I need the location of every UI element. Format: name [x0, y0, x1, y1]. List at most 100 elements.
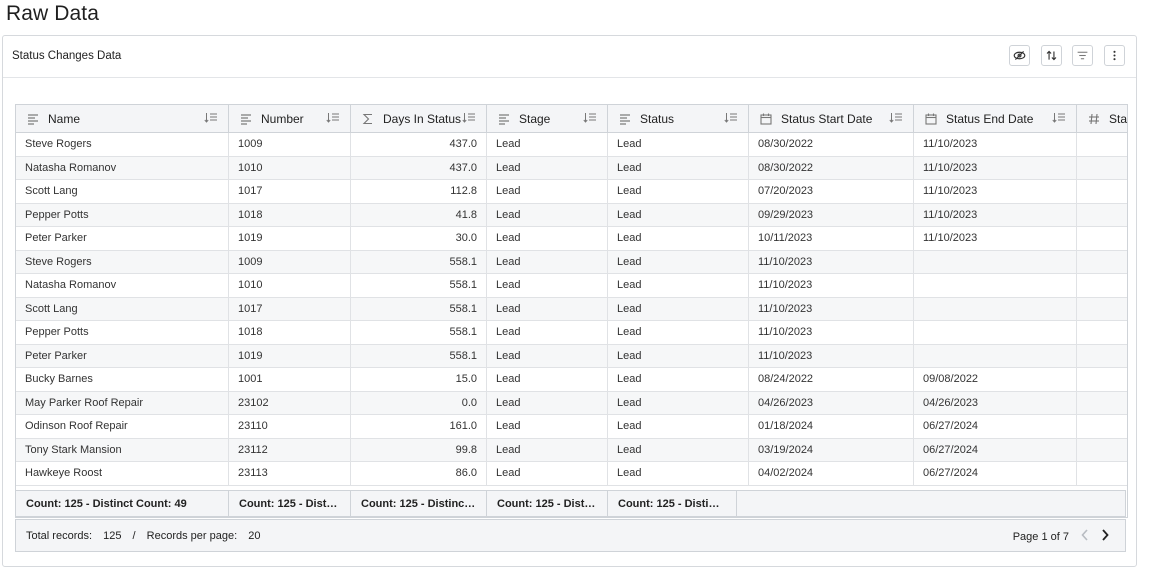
column-header-name[interactable]: Name: [16, 105, 229, 132]
sort-icon[interactable]: [724, 112, 738, 126]
cell-status-end-date: 11/10/2023: [914, 156, 1077, 179]
cell-stage: Lead: [487, 391, 608, 414]
cell-days-in-status: 41.8: [351, 203, 487, 226]
chevron-right-icon: [1102, 529, 1109, 541]
sort-button[interactable]: [1041, 45, 1062, 66]
table-row[interactable]: Bucky Barnes 1001 15.0 Lead Lead 08/24/2022 09…: [16, 368, 1127, 392]
cell-name: Bucky Barnes: [16, 368, 229, 391]
sort-icon[interactable]: [1052, 112, 1066, 126]
summary-text: Count: 125 - Distinct Count: 49: [239, 497, 340, 510]
summary-row: Count: 125 - Distinct Count: 49 Count: 12…: [15, 490, 1126, 517]
cell-sta: [1077, 462, 1127, 485]
table-row[interactable]: Scott Lang 1017 112.8 Lead Lead 07/20/2023 11/…: [16, 180, 1127, 204]
filter-button[interactable]: [1072, 45, 1093, 66]
cell-status-end-date: [914, 344, 1077, 367]
cell-status-start-date: 10/11/2023: [749, 227, 914, 250]
sort-icon[interactable]: [326, 112, 340, 126]
cell-name: Pepper Potts: [16, 203, 229, 226]
table-row[interactable]: Tony Stark Mansion 23112 99.8 Lead Lead 03/19…: [16, 438, 1127, 462]
cell-days-in-status: 437.0: [351, 133, 487, 156]
cell-stage: Lead: [487, 438, 608, 461]
cell-stage: Lead: [487, 133, 608, 156]
cell-name: Hawkeye Roost: [16, 462, 229, 485]
cell-days-in-status: 558.1: [351, 321, 487, 344]
cell-number: 1018: [229, 203, 351, 226]
column-header-label: Days In Status: [383, 111, 462, 126]
cell-status: Lead: [608, 203, 749, 226]
column-header-label: Number: [261, 111, 304, 126]
column-header-label: Status: [640, 111, 675, 126]
panel-header: Status Changes Data: [3, 36, 1136, 78]
cell-status-start-date: 08/30/2022: [749, 156, 914, 179]
cell-stage: Lead: [487, 203, 608, 226]
cell-name: Pepper Potts: [16, 321, 229, 344]
cell-sta: [1077, 204, 1127, 227]
cell-name: Scott Lang: [16, 297, 229, 320]
column-header-sta[interactable]: Sta: [1077, 105, 1128, 132]
cell-sta: [1077, 157, 1127, 180]
cell-name: Peter Parker: [16, 344, 229, 367]
cell-status-end-date: 06/27/2024: [914, 415, 1077, 438]
column-header-number[interactable]: Number: [229, 105, 351, 132]
records-separator: /: [132, 530, 136, 542]
column-header-status-end-date[interactable]: Status End Date: [914, 105, 1077, 132]
cell-status: Lead: [608, 250, 749, 273]
cell-status-end-date: 09/08/2022: [914, 368, 1077, 391]
column-header-days-in-status[interactable]: Days In Status: [351, 105, 487, 132]
table-row[interactable]: Steve Rogers 1009 437.0 Lead Lead 08/30/2022 1…: [16, 133, 1127, 157]
table-row[interactable]: May Parker Roof Repair 23102 0.0 Lead Lead 04…: [16, 391, 1127, 415]
table-row[interactable]: Steve Rogers 1009 558.1 Lead Lead 11/10/2023: [16, 250, 1127, 274]
sort-icon[interactable]: [583, 112, 597, 126]
summary-text: Count: 125 - Distinct Count: 49: [497, 497, 597, 510]
table-row[interactable]: Scott Lang 1017 558.1 Lead Lead 11/10/2023: [16, 297, 1127, 321]
cell-stage: Lead: [487, 274, 608, 297]
table-row[interactable]: Odinson Roof Repair 23110 161.0 Lead Lead 01/…: [16, 415, 1127, 439]
column-header-stage[interactable]: Stage: [487, 105, 608, 132]
cell-name: Odinson Roof Repair: [16, 415, 229, 438]
cell-number: 1017: [229, 180, 351, 203]
cell-stage: Lead: [487, 462, 608, 485]
grid-header-row: Name Number Days In Status Stage Status Statu…: [16, 105, 1128, 133]
cell-number: 23102: [229, 391, 351, 414]
total-records-value: 125: [103, 530, 122, 542]
sort-icon[interactable]: [204, 112, 218, 126]
cell-sta: [1077, 274, 1127, 297]
cell-status: Lead: [608, 227, 749, 250]
column-header-label: Sta: [1109, 111, 1128, 126]
cell-sta: [1077, 392, 1127, 415]
summary-text: Count: 125 - Distinct Count: 49: [618, 497, 726, 510]
table-row[interactable]: Peter Parker 1019 30.0 Lead Lead 10/11/2023 11…: [16, 227, 1127, 251]
column-header-status-start-date[interactable]: Status Start Date: [749, 105, 914, 132]
text-lines-icon: [497, 113, 511, 125]
cell-number: 23113: [229, 462, 351, 485]
cell-status-start-date: 04/02/2024: [749, 462, 914, 485]
text-lines-icon: [26, 113, 40, 125]
cell-sta: [1077, 251, 1127, 274]
cell-status-start-date: 04/26/2023: [749, 391, 914, 414]
cell-number: 23112: [229, 438, 351, 461]
cell-sta: [1077, 227, 1127, 250]
cell-status: Lead: [608, 297, 749, 320]
column-header-status[interactable]: Status: [608, 105, 749, 132]
sort-arrows-icon: [1046, 50, 1057, 61]
table-row[interactable]: Pepper Potts 1018 558.1 Lead Lead 11/10/2023: [16, 321, 1127, 345]
hide-columns-button[interactable]: [1009, 45, 1030, 66]
table-row[interactable]: Pepper Potts 1018 41.8 Lead Lead 09/29/2023 11…: [16, 203, 1127, 227]
cell-stage: Lead: [487, 321, 608, 344]
cell-days-in-status: 112.8: [351, 180, 487, 203]
status-changes-panel: Status Changes Data Name Number Days In …: [2, 35, 1137, 567]
sort-icon[interactable]: [889, 112, 903, 126]
cell-status-start-date: 01/18/2024: [749, 415, 914, 438]
more-options-button[interactable]: [1104, 45, 1125, 66]
next-page-button[interactable]: [1097, 528, 1113, 546]
cell-status-end-date: [914, 297, 1077, 320]
prev-page-button[interactable]: [1077, 528, 1093, 546]
cell-name: Scott Lang: [16, 180, 229, 203]
table-row[interactable]: Natasha Romanov 1010 437.0 Lead Lead 08/30/20…: [16, 156, 1127, 180]
table-row[interactable]: Peter Parker 1019 558.1 Lead Lead 11/10/2023: [16, 344, 1127, 368]
sort-icon[interactable]: [462, 112, 476, 126]
cell-name: Tony Stark Mansion: [16, 438, 229, 461]
column-header-label: Status Start Date: [781, 111, 873, 126]
table-row[interactable]: Hawkeye Roost 23113 86.0 Lead Lead 04/02/2024…: [16, 462, 1127, 486]
table-row[interactable]: Natasha Romanov 1010 558.1 Lead Lead 11/10/20…: [16, 274, 1127, 298]
